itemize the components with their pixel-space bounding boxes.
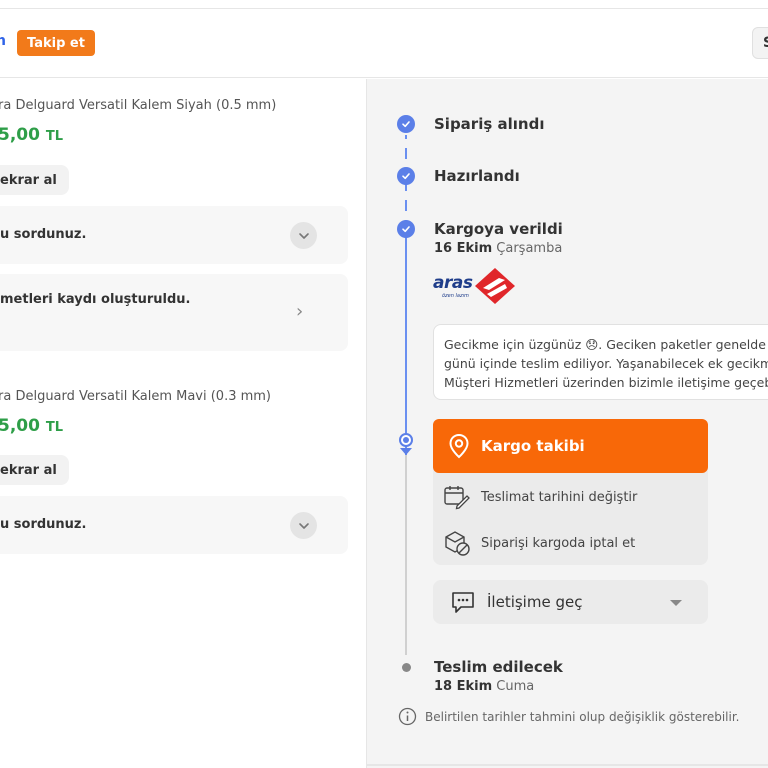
delivery-date-weekday: Cuma xyxy=(496,679,535,694)
product-price: 5,00 TL xyxy=(0,416,63,436)
question-card[interactable]: u sordunuz. xyxy=(0,206,348,264)
calendar-edit-icon xyxy=(444,486,470,510)
store-name-link[interactable]: n xyxy=(0,33,6,49)
pending-step-dot xyxy=(402,663,411,672)
step-prepared: Hazırlandı xyxy=(434,167,520,185)
location-pin-icon xyxy=(449,433,469,459)
cargo-tracking-button[interactable]: Kargo takibi xyxy=(433,419,708,473)
question-text: u sordunuz. xyxy=(0,227,87,242)
estimate-disclaimer: Belirtilen tarihler tahmini olup değişik… xyxy=(398,707,739,726)
svg-text:özen lazım: özen lazım xyxy=(442,293,469,299)
buy-again-button[interactable]: ekrar al xyxy=(0,165,69,195)
check-icon xyxy=(397,167,415,185)
shipped-date-day: 16 Ekim xyxy=(434,241,493,256)
box-cancel-icon xyxy=(445,531,470,556)
shipped-date: 16 Ekim Çarşamba xyxy=(434,241,562,256)
price-currency: TL xyxy=(45,420,64,435)
info-icon xyxy=(398,707,417,726)
store-header: n Takip et S xyxy=(0,8,768,78)
divider xyxy=(366,764,768,766)
follow-button[interactable]: Takip et xyxy=(17,30,95,56)
product-price: 5,00 TL xyxy=(0,125,63,145)
delay-info-message: Gecikme için üzgünüz 😞. Geciken paketler… xyxy=(433,324,768,400)
chat-icon xyxy=(452,592,474,613)
aras-cargo-logo: aras özen lazım xyxy=(433,268,515,304)
chevron-down-icon xyxy=(298,522,309,529)
change-delivery-date-button[interactable]: Teslimat tarihini değiştir xyxy=(443,484,637,510)
price-value: 5,00 xyxy=(0,125,40,145)
disclaimer-text: Belirtilen tarihler tahmini olup değişik… xyxy=(425,709,740,724)
product-name[interactable]: ra Delguard Versatil Kalem Siyah (0.5 mm… xyxy=(0,98,276,113)
contact-label: İletişime geç xyxy=(487,593,583,611)
cancel-in-transit-label: Siparişi kargoda iptal et xyxy=(481,535,636,551)
delivery-date: 18 Ekim Cuma xyxy=(434,679,534,694)
price-currency: TL xyxy=(45,129,64,144)
expand-button[interactable] xyxy=(290,512,317,539)
timeline-gap xyxy=(403,139,409,148)
timeline-gap xyxy=(403,211,409,220)
buy-again-button[interactable]: ekrar al xyxy=(0,455,69,485)
price-value: 5,00 xyxy=(0,416,40,436)
corner-button[interactable]: S xyxy=(752,27,768,59)
step-to-be-delivered: Teslim edilecek xyxy=(434,658,563,676)
delay-message-line: Müşteri Hizmetleri üzerinden bizimle ile… xyxy=(444,375,768,390)
contact-button[interactable]: İletişime geç xyxy=(433,580,708,624)
service-record-card[interactable]: metleri kaydı oluşturuldu. › xyxy=(0,274,348,351)
caret-down-icon[interactable] xyxy=(670,600,682,606)
service-record-text: metleri kaydı oluşturuldu. xyxy=(0,292,191,307)
question-text: u sordunuz. xyxy=(0,517,87,532)
step-shipped: Kargoya verildi xyxy=(434,220,563,238)
question-card[interactable]: u sordunuz. xyxy=(0,496,348,554)
change-delivery-date-label: Teslimat tarihini değiştir xyxy=(481,489,638,505)
arrow-down-icon xyxy=(400,448,412,455)
step-order-received: Sipariş alındı xyxy=(434,115,545,133)
timeline-gap xyxy=(403,191,409,200)
expand-button[interactable] xyxy=(290,222,317,249)
svg-text:aras: aras xyxy=(433,273,473,293)
delivery-date-day: 18 Ekim xyxy=(434,679,493,694)
chevron-down-icon xyxy=(298,232,309,239)
timeline-line-pending xyxy=(405,455,407,655)
cargo-tracking-label: Kargo takibi xyxy=(481,437,585,455)
delay-message-line: günü içinde teslim ediliyor. Yaşanabilec… xyxy=(444,356,768,371)
product-name[interactable]: ra Delguard Versatil Kalem Mavi (0.3 mm) xyxy=(0,389,271,404)
delay-message-line: Gecikme için üzgünüz 😞. Geciken paketler… xyxy=(444,337,768,352)
check-icon xyxy=(397,115,415,133)
current-status-dot xyxy=(399,433,413,447)
check-icon xyxy=(397,220,415,238)
chevron-right-icon: › xyxy=(296,301,304,322)
cancel-in-transit-button[interactable]: Siparişi kargoda iptal et xyxy=(443,529,635,557)
order-items: ra Delguard Versatil Kalem Siyah (0.5 mm… xyxy=(0,79,366,768)
shipped-date-weekday: Çarşamba xyxy=(496,241,563,256)
